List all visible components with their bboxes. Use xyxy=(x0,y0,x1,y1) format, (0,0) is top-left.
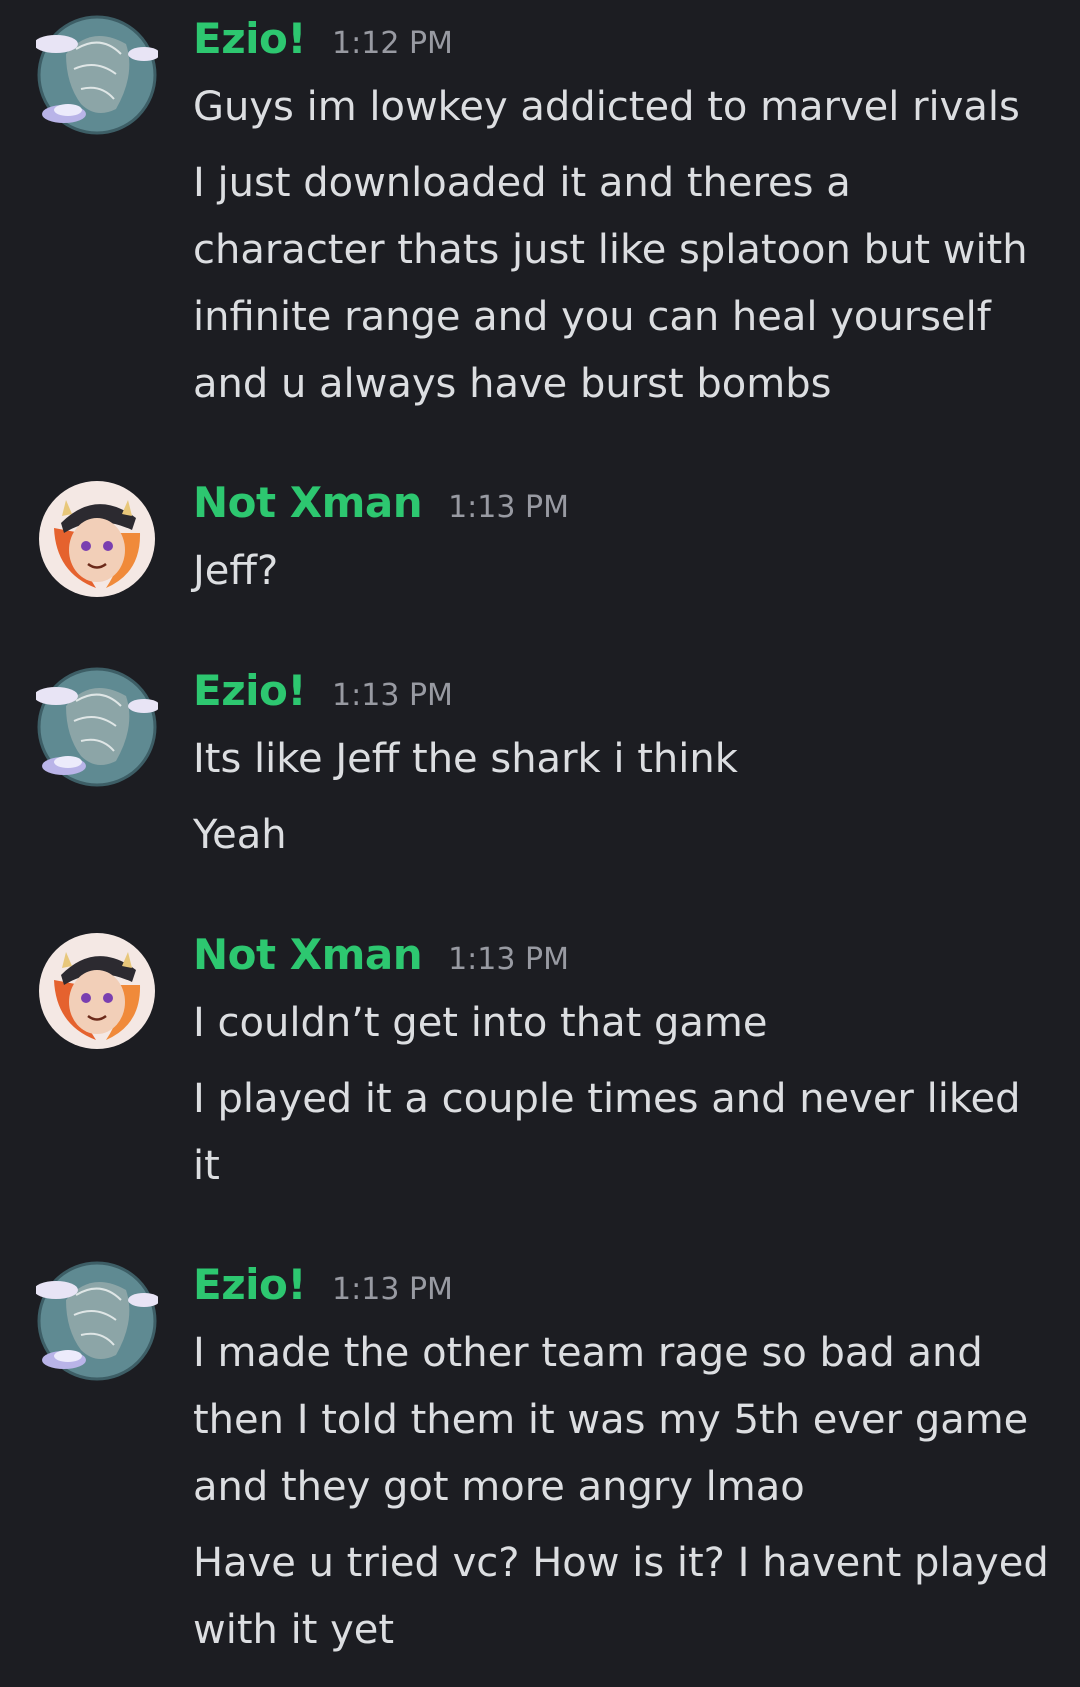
username[interactable]: Ezio! xyxy=(193,1260,307,1309)
timestamp: 1:12 PM xyxy=(332,26,453,61)
timestamp: 1:13 PM xyxy=(332,1272,453,1307)
message-text: I just downloaded it and theres a charac… xyxy=(193,160,1028,407)
avatar-ezio[interactable] xyxy=(36,14,158,136)
ezio-avatar-icon xyxy=(36,667,158,787)
avatar-not-xman[interactable] xyxy=(36,930,158,1052)
ezio-avatar-icon xyxy=(36,1261,158,1381)
message-content: Not Xman 1:13 PM Jeff? xyxy=(193,478,1053,605)
message-text: Yeah xyxy=(193,812,287,858)
message-text: Have u tried vc? How is it? I havent pla… xyxy=(193,1540,1049,1653)
message-text: I made the other team rage so bad and th… xyxy=(193,1330,1029,1510)
message-text: Guys im lowkey addicted to marvel rivals xyxy=(193,84,1020,130)
timestamp: 1:13 PM xyxy=(448,942,569,977)
message-text: Jeff? xyxy=(193,548,279,594)
xman-avatar-icon xyxy=(39,481,155,597)
timestamp: 1:13 PM xyxy=(332,678,453,713)
message-text: I couldn’t get into that game xyxy=(193,1000,768,1046)
timestamp: 1:13 PM xyxy=(448,490,569,525)
message-content: Ezio! 1:13 PM I made the other team rage… xyxy=(193,1260,1053,1664)
message-header: Ezio! 1:13 PM xyxy=(193,1260,1053,1320)
message-header: Not Xman 1:13 PM xyxy=(193,930,1053,990)
username[interactable]: Ezio! xyxy=(193,14,307,63)
message-content: Not Xman 1:13 PM I couldn’t get into tha… xyxy=(193,930,1053,1200)
message-header: Not Xman 1:13 PM xyxy=(193,478,1053,538)
ezio-avatar-icon xyxy=(36,15,158,135)
message-text: I played it a couple times and never lik… xyxy=(193,1076,1021,1189)
message-header: Ezio! 1:13 PM xyxy=(193,666,1053,726)
message-content: Ezio! 1:12 PM Guys im lowkey addicted to… xyxy=(193,14,1053,418)
username[interactable]: Not Xman xyxy=(193,478,423,527)
message-text: Its like Jeff the shark i think xyxy=(193,736,738,782)
message-header: Ezio! 1:12 PM xyxy=(193,14,1053,74)
avatar-ezio[interactable] xyxy=(36,666,158,788)
message-content: Ezio! 1:13 PM Its like Jeff the shark i … xyxy=(193,666,1053,869)
username[interactable]: Ezio! xyxy=(193,666,307,715)
chat-message-list: Ezio! 1:12 PM Guys im lowkey addicted to… xyxy=(0,0,1080,1687)
avatar-not-xman[interactable] xyxy=(36,478,158,600)
username[interactable]: Not Xman xyxy=(193,930,423,979)
avatar-ezio[interactable] xyxy=(36,1260,158,1382)
xman-avatar-icon xyxy=(39,933,155,1049)
